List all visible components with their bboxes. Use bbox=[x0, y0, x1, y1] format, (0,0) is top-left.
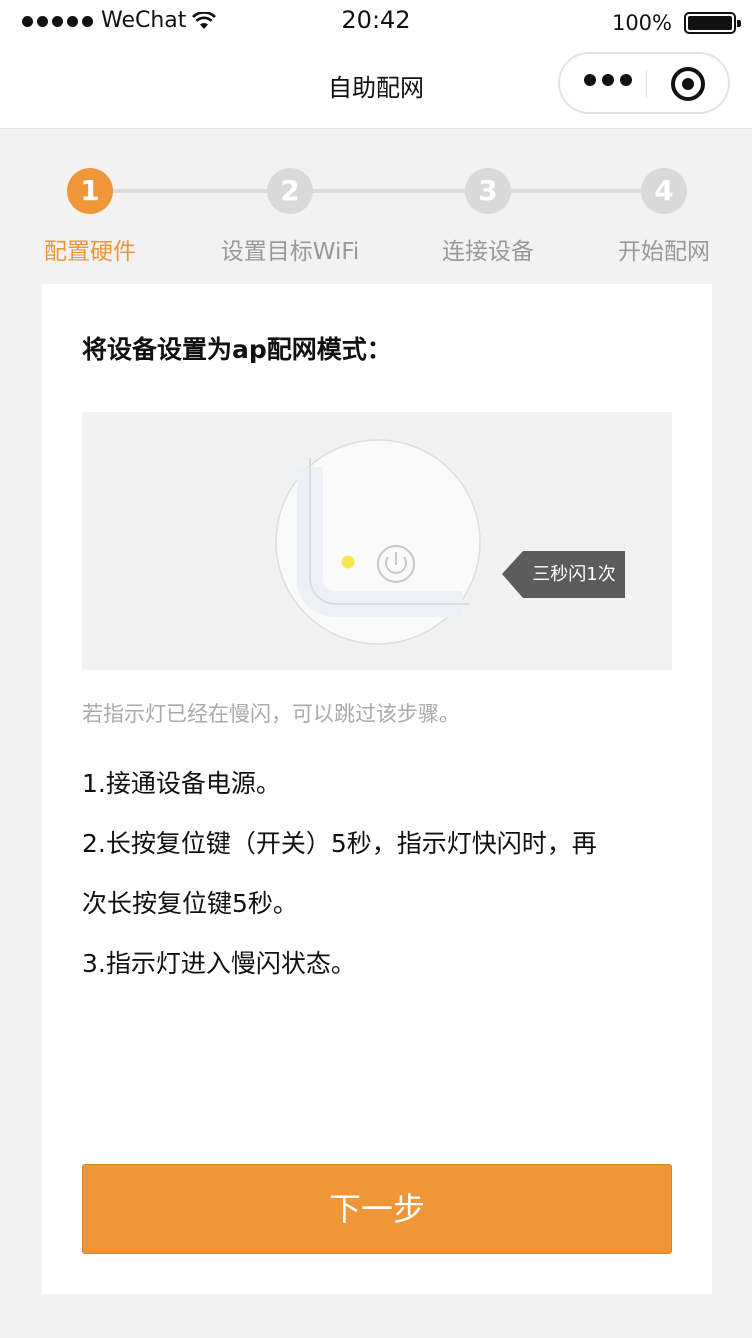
skip-hint: 若指示灯已经在慢闪，可以跳过该步骤。 bbox=[82, 702, 460, 726]
step-4-indicator: 4 bbox=[641, 168, 687, 214]
more-icon[interactable] bbox=[584, 74, 632, 86]
step-1-indicator: 1 bbox=[67, 168, 113, 214]
step-2-indicator: 2 bbox=[267, 168, 313, 214]
instruction-title: 将设备设置为ap配网模式： bbox=[82, 335, 392, 364]
instruction-line: 2.长按复位键（开关）5秒，指示灯快闪时，再 bbox=[82, 829, 597, 858]
status-bar: WeChat 20:42 100% bbox=[0, 0, 752, 44]
step-1-label: 配置硬件 bbox=[44, 239, 136, 265]
step-connector bbox=[112, 189, 268, 193]
step-4-label: 开始配网 bbox=[618, 239, 710, 265]
step-connector bbox=[510, 189, 642, 193]
close-miniprogram-icon[interactable] bbox=[671, 67, 705, 101]
device-diagram bbox=[275, 439, 625, 645]
battery-percent: 100% bbox=[611, 11, 672, 35]
instruction-line: 次长按复位键5秒。 bbox=[82, 889, 298, 918]
mini-program-capsule bbox=[558, 52, 730, 114]
capsule-divider bbox=[646, 70, 647, 98]
blink-rate-tag: 三秒闪1次 bbox=[532, 564, 616, 585]
device-illustration: 三秒闪1次 bbox=[82, 412, 672, 670]
next-step-button[interactable]: 下一步 bbox=[82, 1164, 672, 1254]
step-2-label: 设置目标WiFi bbox=[220, 239, 360, 265]
step-3-indicator: 3 bbox=[465, 168, 511, 214]
step-connector bbox=[312, 189, 466, 193]
instruction-line: 1.接通设备电源。 bbox=[82, 769, 281, 798]
step-3-label: 连接设备 bbox=[442, 239, 534, 265]
step-content-card: 将设备设置为ap配网模式： 三秒闪1次 若指示灯已经在慢闪，可以跳过该步骤。 1… bbox=[42, 284, 712, 1294]
nav-bar: 自助配网 bbox=[0, 44, 752, 129]
step-progress: 1 2 3 4 配置硬件 设置目标WiFi 连接设备 开始配网 bbox=[0, 128, 752, 284]
instruction-line: 3.指示灯进入慢闪状态。 bbox=[82, 949, 356, 978]
battery-icon bbox=[684, 12, 741, 34]
